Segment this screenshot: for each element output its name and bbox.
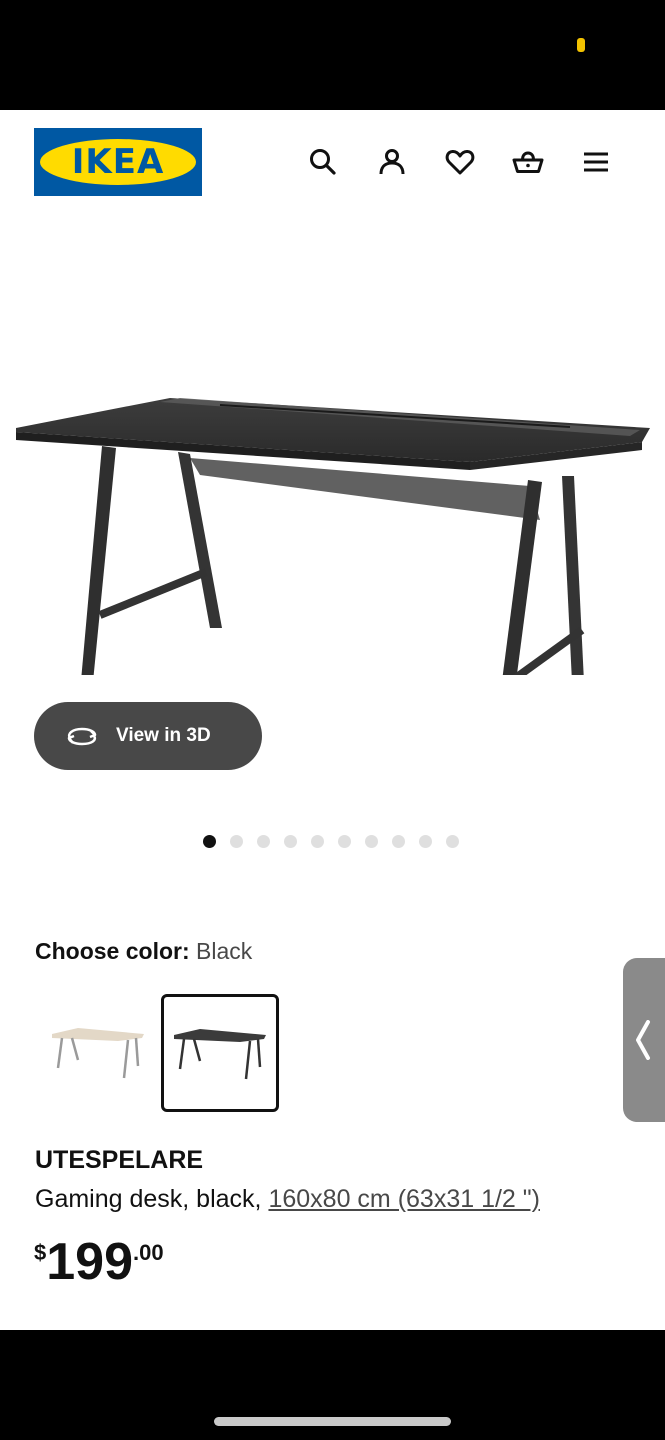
product-dimensions-link[interactable]: 160x80 cm (63x31 1/2 ")	[268, 1185, 540, 1213]
desk-thumbnail-white	[52, 1028, 144, 1079]
pagination-dot[interactable]	[311, 835, 324, 848]
color-value: Black	[196, 938, 253, 964]
product-image[interactable]	[10, 290, 655, 675]
color-label: Choose color:	[35, 938, 190, 964]
pagination-dot[interactable]	[230, 835, 243, 848]
logo-text: IKEA	[71, 142, 165, 182]
product-type: Gaming desk, black,	[35, 1185, 262, 1213]
pagination-dot[interactable]	[284, 835, 297, 848]
product-description: Gaming desk, black, 160x80 cm (63x31 1/2…	[35, 1185, 540, 1214]
view-3d-label: View in 3D	[116, 725, 211, 746]
status-bar	[0, 0, 665, 110]
status-indicator-icon	[577, 38, 585, 52]
pagination-dot[interactable]	[419, 835, 432, 848]
pagination-dot[interactable]	[257, 835, 270, 848]
view-3d-button[interactable]: View in 3D	[34, 702, 262, 770]
product-name: UTESPELARE	[35, 1146, 204, 1174]
pagination-dot[interactable]	[338, 835, 351, 848]
search-icon[interactable]	[305, 144, 341, 180]
product-price: $199.00	[34, 1232, 164, 1292]
color-swatch-black-selected[interactable]	[161, 994, 279, 1112]
pagination-dot[interactable]	[446, 835, 459, 848]
desk-thumbnail-black	[174, 1029, 266, 1080]
price-whole: 199	[46, 1233, 134, 1291]
side-panel-tab[interactable]	[623, 958, 665, 1122]
color-chooser-label: Choose color: Black	[35, 938, 252, 965]
product-page: IKEA View in 3D Choose color: Black UTES…	[0, 110, 665, 1330]
color-swatch-white[interactable]	[40, 994, 158, 1112]
pagination-dot-active[interactable]	[203, 835, 216, 848]
home-indicator[interactable]	[214, 1417, 451, 1426]
rotate-3d-icon	[67, 727, 97, 746]
menu-icon[interactable]	[578, 144, 614, 180]
account-icon[interactable]	[374, 144, 410, 180]
pagination-dot[interactable]	[365, 835, 378, 848]
cart-basket-icon[interactable]	[510, 144, 546, 180]
price-cents: .00	[133, 1240, 164, 1265]
wishlist-heart-icon[interactable]	[442, 144, 478, 180]
ikea-logo[interactable]: IKEA	[34, 128, 202, 196]
pagination-dot[interactable]	[392, 835, 405, 848]
chevron-left-icon	[636, 1020, 650, 1060]
bottom-system-bar	[0, 1330, 665, 1440]
price-currency: $	[34, 1240, 47, 1265]
